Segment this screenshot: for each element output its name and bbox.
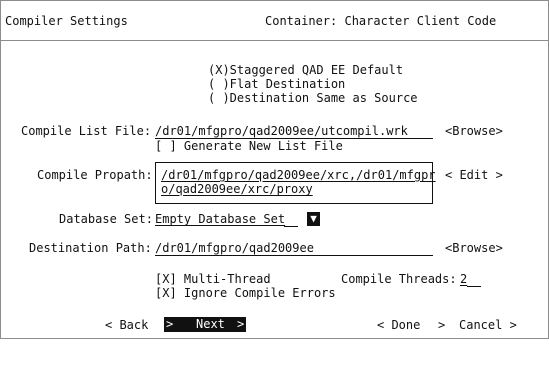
back-button[interactable]: < Back [105, 319, 148, 332]
generate-list-checkbox[interactable]: [ ] Generate New List File [155, 140, 343, 153]
container-label: Container: Character Client Code [265, 14, 497, 28]
radio-staggered-default[interactable]: (X)Staggered QAD EE Default [208, 64, 403, 77]
propath-editor[interactable]: /dr01/mfgpro/qad2009ee/xrc,/dr01/mfgpr o… [155, 162, 436, 204]
destination-path-input[interactable]: /dr01/mfgpro/qad2009ee [155, 242, 314, 255]
compile-list-input[interactable]: /dr01/mfgpro/qad2009ee/utcompil.wrk [155, 125, 408, 138]
next-right-arrow-icon: > [237, 317, 245, 331]
next-button-label: Next [196, 317, 225, 331]
compile-list-label: Compile List File: [21, 124, 152, 138]
propath-edit-button[interactable]: < Edit > [445, 169, 503, 182]
destination-path-underline [155, 255, 433, 256]
propath-line-1: /dr01/mfgpro/qad2009ee/xrc,/dr01/mfgpr [161, 168, 436, 182]
multi-thread-checkbox[interactable]: [X] Multi-Thread [155, 273, 271, 286]
ignore-errors-checkbox[interactable]: [X] Ignore Compile Errors [155, 287, 336, 300]
propath-label: Compile Propath: [37, 168, 153, 182]
window-title: Compiler Settings [5, 14, 128, 28]
destination-path-browse-button[interactable]: <Browse> [445, 242, 503, 255]
next-button[interactable]: > Next > [164, 317, 246, 332]
cancel-button[interactable]: Cancel > [459, 319, 517, 332]
database-set-underline [284, 226, 298, 227]
radio-same-as-source[interactable]: ( )Destination Same as Source [208, 92, 418, 105]
compile-threads-underline [467, 286, 481, 287]
next-left-arrow-icon: > [166, 317, 174, 331]
header-divider [1, 40, 548, 41]
chevron-down-icon[interactable]: ▼ [307, 212, 320, 226]
radio-flat-destination[interactable]: ( )Flat Destination [208, 78, 345, 91]
compile-list-browse-button[interactable]: <Browse> [445, 125, 503, 138]
destination-path-label: Destination Path: [29, 241, 152, 255]
compile-threads-input[interactable]: 2 [460, 273, 467, 286]
done-button[interactable]: < Done [377, 319, 420, 332]
cancel-left-arrow-icon: > [438, 318, 446, 332]
propath-line-2: o/qad2009ee/xrc/proxy [161, 182, 313, 196]
compiler-settings-window: Compiler Settings Container: Character C… [0, 0, 549, 339]
compile-threads-label: Compile Threads: [341, 272, 457, 286]
database-set-select[interactable]: Empty Database Set [155, 213, 285, 226]
database-set-label: Database Set: [59, 212, 153, 226]
